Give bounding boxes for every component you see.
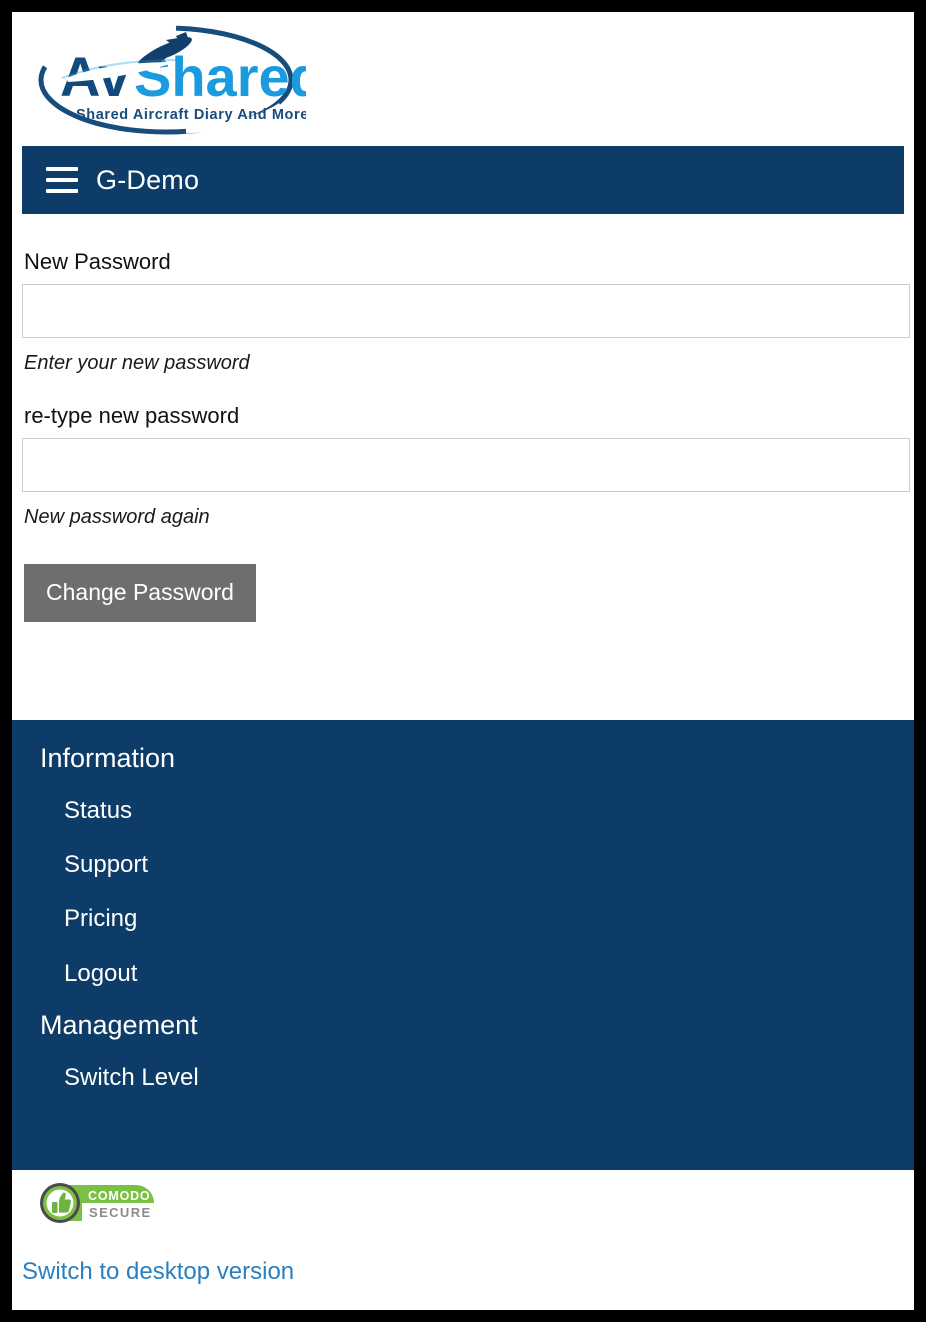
avshared-logo[interactable]: Av Shared Shared Aircraft Diary And More — [26, 18, 306, 142]
confirm-password-group: re-type new password New password again — [22, 403, 910, 529]
main-navigation: Information Status Support Pricing Logou… — [12, 720, 914, 1170]
page-root: Av Shared Shared Aircraft Diary And More — [12, 12, 914, 1310]
logo-graphic: Av Shared Shared Aircraft Diary And More — [38, 24, 306, 135]
hamburger-bar — [46, 167, 78, 171]
comodo-badge-graphic: COMODO SECURE — [40, 1183, 154, 1223]
switch-to-desktop-link[interactable]: Switch to desktop version — [22, 1258, 294, 1285]
nav-item-switch-level[interactable]: Switch Level — [12, 1051, 914, 1105]
nav-item-pricing[interactable]: Pricing — [12, 892, 914, 946]
page-footer: COMODO SECURE Switch to desktop version — [12, 1170, 914, 1310]
new-password-label: New Password — [24, 249, 171, 274]
comodo-badge-line2: SECURE — [89, 1205, 152, 1220]
comodo-badge-line1: COMODO — [88, 1189, 150, 1203]
confirm-password-input[interactable] — [22, 438, 910, 493]
new-password-input[interactable] — [22, 284, 910, 339]
new-password-help: Enter your new password — [24, 352, 250, 375]
confirm-password-help: New password again — [24, 506, 210, 529]
nav-heading-management: Management — [40, 1010, 198, 1041]
logo-header: Av Shared Shared Aircraft Diary And More — [12, 12, 914, 146]
hamburger-menu-icon[interactable] — [46, 167, 78, 193]
logo-tagline: Shared Aircraft Diary And More — [76, 107, 306, 123]
app-navbar: G-Demo — [22, 146, 904, 214]
nav-item-support[interactable]: Support — [12, 838, 914, 892]
screen-frame: Av Shared Shared Aircraft Diary And More — [0, 0, 926, 1322]
confirm-password-label: re-type new password — [24, 403, 240, 429]
change-password-form: New Password Enter your new password re-… — [12, 214, 914, 720]
comodo-secure-badge[interactable]: COMODO SECURE — [38, 1182, 914, 1229]
nav-item-logout[interactable]: Logout — [12, 947, 914, 1001]
change-password-button[interactable]: Change Password — [24, 564, 256, 623]
hamburger-bar — [46, 189, 78, 193]
new-password-group: New Password Enter your new password — [22, 249, 910, 375]
nav-heading-information: Information — [40, 743, 176, 773]
navbar-title: G-Demo — [96, 164, 200, 195]
hamburger-bar — [46, 178, 78, 182]
nav-item-status[interactable]: Status — [12, 784, 914, 838]
